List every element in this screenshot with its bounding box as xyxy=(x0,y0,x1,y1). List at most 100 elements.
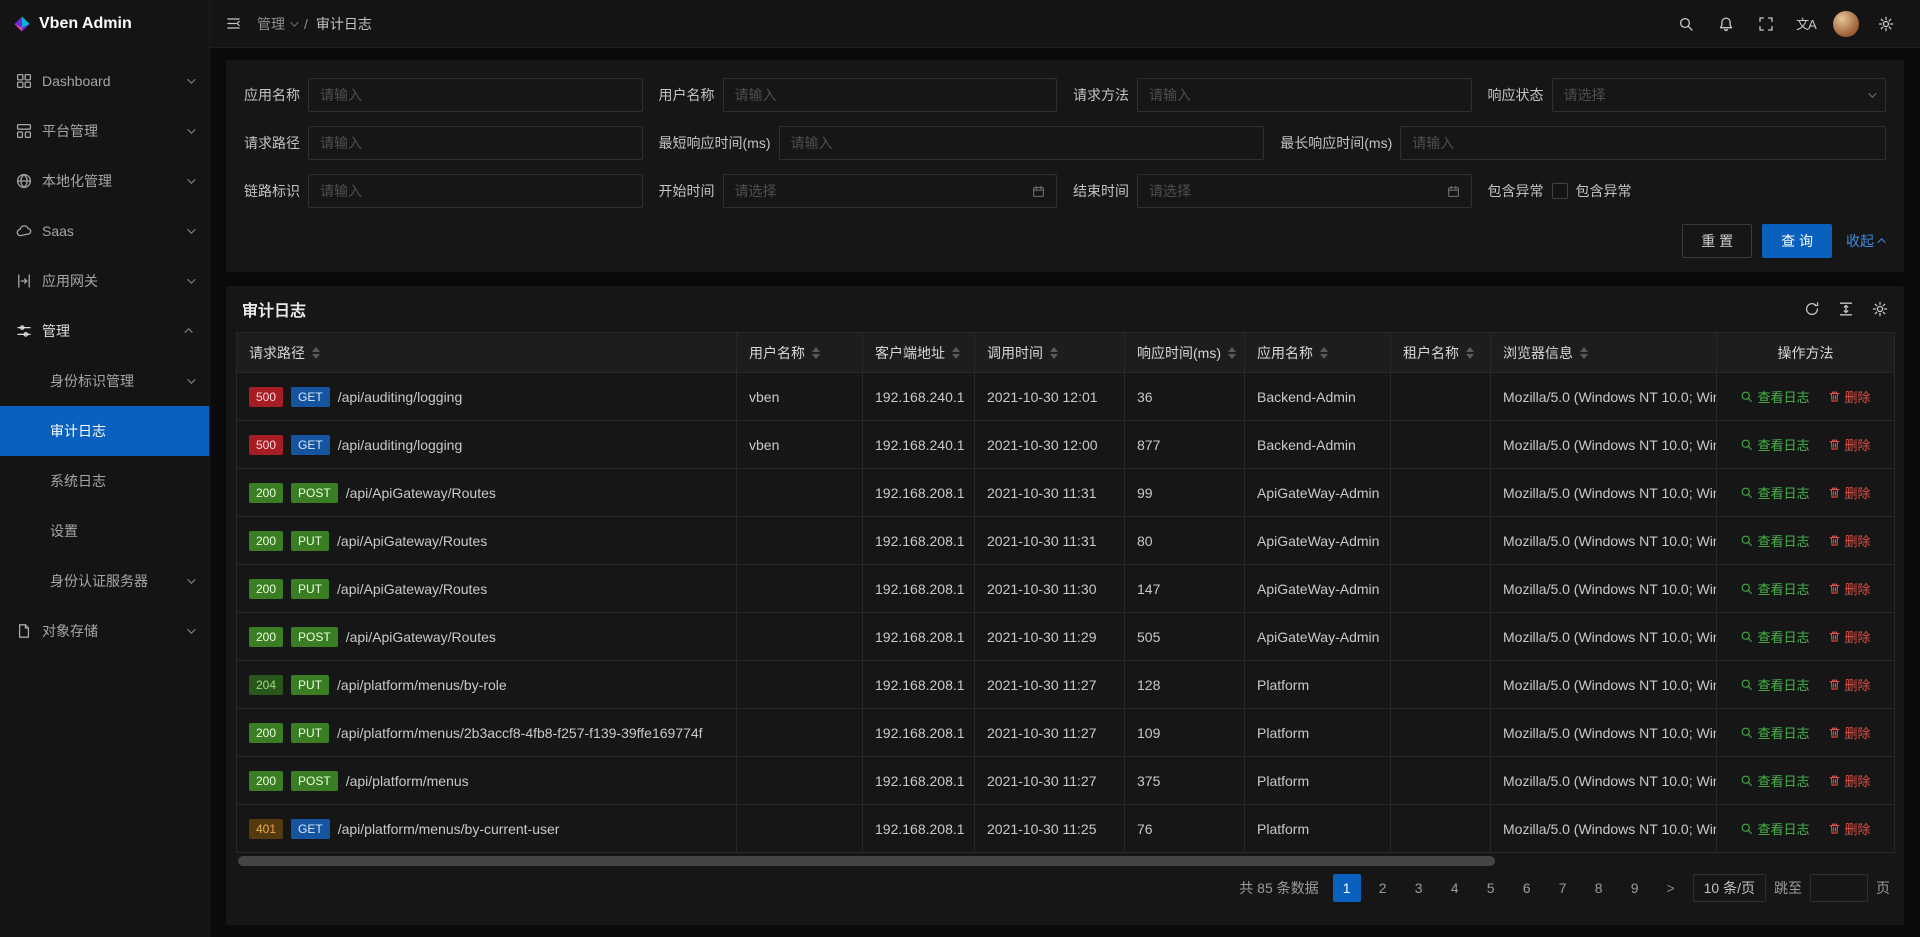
sort-icon[interactable] xyxy=(1050,347,1058,359)
sidebar-item[interactable]: 系统日志 xyxy=(0,456,209,506)
view-log-button[interactable]: 查看日志 xyxy=(1740,723,1809,742)
delete-button[interactable]: 删除 xyxy=(1828,723,1871,742)
trace-id-input[interactable] xyxy=(308,174,643,208)
min-response-time-input[interactable] xyxy=(779,126,1265,160)
search-icon[interactable] xyxy=(1668,0,1704,48)
view-log-button[interactable]: 查看日志 xyxy=(1740,579,1809,598)
view-log-button[interactable]: 查看日志 xyxy=(1740,435,1809,454)
page-button-7[interactable]: 7 xyxy=(1549,874,1577,902)
search-button[interactable]: 查 询 xyxy=(1762,224,1832,258)
next-page-button[interactable]: > xyxy=(1657,874,1685,902)
delete-button[interactable]: 删除 xyxy=(1828,819,1871,838)
column-header[interactable]: 调用时间 xyxy=(975,333,1125,373)
table-row[interactable]: 200POST/api/ApiGateway/Routes192.168.208… xyxy=(237,613,1895,661)
jump-page-input[interactable] xyxy=(1810,874,1868,902)
breadcrumb-item-manage[interactable]: 管理 xyxy=(257,14,296,34)
column-header[interactable]: 客户端地址 xyxy=(863,333,975,373)
end-time-picker[interactable]: 请选择 xyxy=(1137,174,1472,208)
sidebar-item[interactable]: 应用网关 xyxy=(0,256,209,306)
sidebar-item[interactable]: 本地化管理 xyxy=(0,156,209,206)
max-response-time-input[interactable] xyxy=(1400,126,1886,160)
column-header[interactable]: 响应时间(ms) xyxy=(1125,333,1245,373)
app-name-input[interactable] xyxy=(308,78,643,112)
table-row[interactable]: 401GET/api/platform/menus/by-current-use… xyxy=(237,805,1895,853)
fullscreen-icon[interactable] xyxy=(1748,0,1784,48)
sidebar-item[interactable]: 设置 xyxy=(0,506,209,556)
start-time-picker[interactable]: 请选择 xyxy=(723,174,1058,208)
notification-bell-icon[interactable] xyxy=(1708,0,1744,48)
table-row[interactable]: 200PUT/api/platform/menus/2b3accf8-4fb8-… xyxy=(237,709,1895,757)
delete-button[interactable]: 删除 xyxy=(1828,483,1871,502)
sort-icon[interactable] xyxy=(1466,347,1474,359)
view-log-button[interactable]: 查看日志 xyxy=(1740,531,1809,550)
view-log-button[interactable]: 查看日志 xyxy=(1740,771,1809,790)
view-log-button[interactable]: 查看日志 xyxy=(1740,819,1809,838)
sidebar-item[interactable]: 管理 xyxy=(0,306,209,356)
view-log-button[interactable]: 查看日志 xyxy=(1740,627,1809,646)
collapse-button[interactable]: 收起 xyxy=(1846,231,1886,251)
include-exception-checkbox[interactable] xyxy=(1552,183,1568,199)
user-avatar-button[interactable] xyxy=(1828,0,1864,48)
column-header[interactable]: 租户名称 xyxy=(1391,333,1491,373)
client-address-cell: 192.168.208.1 xyxy=(863,709,975,757)
sort-icon[interactable] xyxy=(952,347,960,359)
delete-button[interactable]: 删除 xyxy=(1828,771,1871,790)
http-method-input[interactable] xyxy=(1137,78,1472,112)
page-size-select[interactable]: 10 条/页 xyxy=(1693,874,1766,902)
page-button-1[interactable]: 1 xyxy=(1333,874,1361,902)
translate-icon[interactable]: 文A xyxy=(1788,0,1824,48)
sidebar-item[interactable]: 身份标识管理 xyxy=(0,356,209,406)
sort-icon[interactable] xyxy=(812,347,820,359)
reset-button[interactable]: 重 置 xyxy=(1682,224,1752,258)
page-button-4[interactable]: 4 xyxy=(1441,874,1469,902)
column-height-icon[interactable] xyxy=(1838,301,1854,317)
view-log-button[interactable]: 查看日志 xyxy=(1740,483,1809,502)
sort-icon[interactable] xyxy=(1580,347,1588,359)
table-row[interactable]: 500GET/api/auditing/loggingvben192.168.2… xyxy=(237,373,1895,421)
page-button-9[interactable]: 9 xyxy=(1621,874,1649,902)
delete-button[interactable]: 删除 xyxy=(1828,531,1871,550)
delete-button[interactable]: 删除 xyxy=(1828,627,1871,646)
page-button-5[interactable]: 5 xyxy=(1477,874,1505,902)
sidebar-item[interactable]: 身份认证服务器 xyxy=(0,556,209,606)
view-log-button[interactable]: 查看日志 xyxy=(1740,387,1809,406)
page-button-6[interactable]: 6 xyxy=(1513,874,1541,902)
sort-icon[interactable] xyxy=(312,347,320,359)
table-row[interactable]: 200POST/api/platform/menus192.168.208.12… xyxy=(237,757,1895,805)
sidebar-item[interactable]: 审计日志 xyxy=(0,406,209,456)
table-row[interactable]: 204PUT/api/platform/menus/by-role192.168… xyxy=(237,661,1895,709)
response-status-select[interactable]: 请选择 xyxy=(1552,78,1887,112)
sort-icon[interactable] xyxy=(1320,347,1328,359)
view-log-button[interactable]: 查看日志 xyxy=(1740,675,1809,694)
page-button-2[interactable]: 2 xyxy=(1369,874,1397,902)
column-header[interactable]: 应用名称 xyxy=(1245,333,1391,373)
settings-gear-icon[interactable] xyxy=(1868,0,1904,48)
delete-button[interactable]: 删除 xyxy=(1828,675,1871,694)
request-path-input[interactable] xyxy=(308,126,643,160)
table-row[interactable]: 200PUT/api/ApiGateway/Routes192.168.208.… xyxy=(237,517,1895,565)
table-row[interactable]: 500GET/api/auditing/loggingvben192.168.2… xyxy=(237,421,1895,469)
sidebar-item[interactable]: 平台管理 xyxy=(0,106,209,156)
sidebar-item[interactable]: Saas xyxy=(0,206,209,256)
delete-button[interactable]: 删除 xyxy=(1828,579,1871,598)
menu-fold-icon[interactable] xyxy=(226,16,241,31)
delete-button[interactable]: 删除 xyxy=(1828,387,1871,406)
column-header[interactable]: 请求路径 xyxy=(237,333,737,373)
sort-icon[interactable] xyxy=(1228,347,1236,359)
table-row[interactable]: 200POST/api/ApiGateway/Routes192.168.208… xyxy=(237,469,1895,517)
sidebar-item[interactable]: 对象存储 xyxy=(0,606,209,656)
user-name-input[interactable] xyxy=(723,78,1058,112)
page-button-3[interactable]: 3 xyxy=(1405,874,1433,902)
refresh-icon[interactable] xyxy=(1804,301,1820,317)
logo[interactable]: Vben Admin xyxy=(0,0,209,48)
delete-button[interactable]: 删除 xyxy=(1828,435,1871,454)
column-header[interactable]: 用户名称 xyxy=(737,333,863,373)
column-header[interactable]: 浏览器信息 xyxy=(1491,333,1717,373)
sidebar-item[interactable]: Dashboard xyxy=(0,56,209,106)
page-button-8[interactable]: 8 xyxy=(1585,874,1613,902)
storage-icon xyxy=(16,623,32,639)
horizontal-scrollbar xyxy=(238,856,1892,866)
scrollbar-thumb[interactable] xyxy=(238,856,1495,866)
table-row[interactable]: 200PUT/api/ApiGateway/Routes192.168.208.… xyxy=(237,565,1895,613)
table-settings-icon[interactable] xyxy=(1872,301,1888,317)
